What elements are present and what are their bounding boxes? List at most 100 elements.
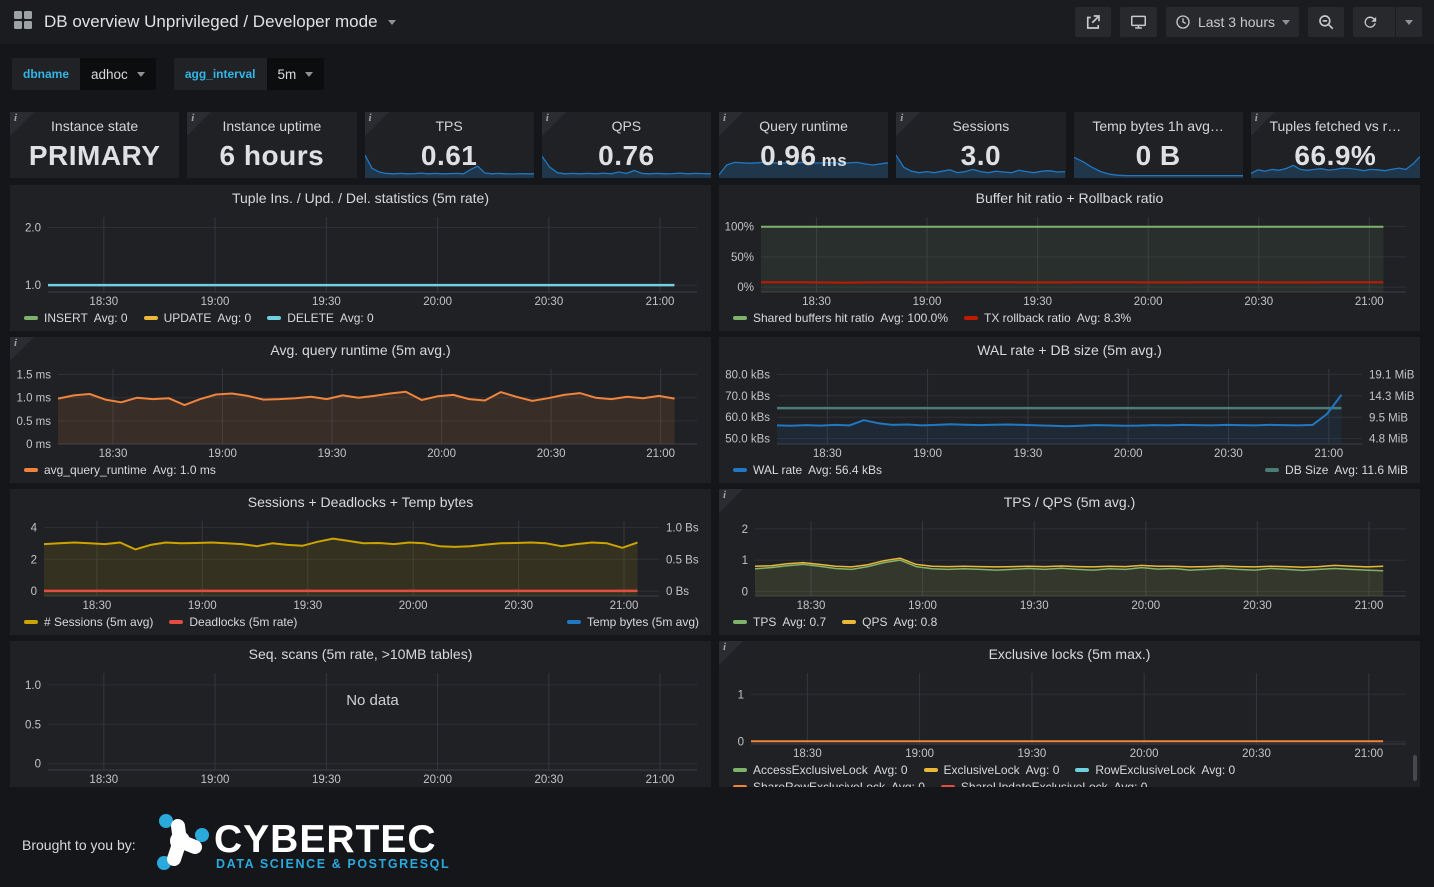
panel-title[interactable]: Exclusive locks (5m max.) [719,641,1420,668]
stat-panel-instance-uptime: iInstance uptime6 hours [187,112,356,178]
svg-text:0 Bs: 0 Bs [666,586,689,598]
panel-exclusive-locks: iExclusive locks (5m max.)1018:3019:0019… [719,641,1420,787]
variable-agg-interval-dropdown[interactable]: 5m [267,58,325,90]
legend-avg: Avg: 56.4 kBs [808,463,882,477]
info-icon[interactable]: i [719,489,743,513]
legend-item-update[interactable]: UPDATEAvg: 0 [144,310,252,327]
stat-title[interactable]: Temp bytes 1h avg… [1074,118,1243,134]
info-icon[interactable]: i [1251,112,1275,136]
svg-text:19:30: 19:30 [1020,600,1049,612]
legend-label: ExclusiveLock [944,763,1020,777]
share-button[interactable] [1075,7,1111,37]
legend-item-qps[interactable]: QPSAvg: 0.8 [842,614,937,631]
legend-swatch-icon [733,768,747,772]
chart-plot: 4201.0 Bs0.5 Bs0 Bs18:3019:0019:3020:002… [10,516,711,613]
time-range-label: Last 3 hours [1198,14,1275,30]
stat-title[interactable]: QPS [542,118,711,134]
legend-scrollbar[interactable] [1413,755,1417,781]
legend-avg: Avg: 11.6 MiB [1334,463,1408,477]
stat-value: 3.0 [896,134,1065,178]
dashboard-title[interactable]: DB overview Unprivileged / Developer mod… [44,12,378,32]
legend-item-wal-rate[interactable]: WAL rateAvg: 56.4 kBs [733,462,882,479]
legend-item-rowexclusivelock[interactable]: RowExclusiveLockAvg: 0 [1075,762,1235,779]
stat-title[interactable]: Sessions [896,118,1065,134]
panel-title[interactable]: Sessions + Deadlocks + Temp bytes [10,489,711,516]
panel-title[interactable]: TPS / QPS (5m avg.) [719,489,1420,516]
chart-legend: INSERTAvg: 0 UPDATEAvg: 0 DELETEAvg: 0 [10,309,711,331]
svg-text:21:00: 21:00 [646,774,675,786]
panel-title[interactable]: Tuple Ins. / Upd. / Del. statistics (5m … [10,185,711,212]
svg-text:20:00: 20:00 [1134,296,1163,308]
info-icon[interactable]: i [365,112,389,136]
svg-text:50.0 kBs: 50.0 kBs [725,434,770,446]
stat-panel-query-runtime: iQuery runtime0.96ms [719,112,888,178]
legend-item--sessions-5m-avg-[interactable]: # Sessions (5m avg) [24,614,153,631]
stat-title[interactable]: TPS [365,118,534,134]
stat-title[interactable]: Query runtime [719,118,888,134]
legend-item-exclusivelock[interactable]: ExclusiveLockAvg: 0 [924,762,1060,779]
refresh-interval-dropdown[interactable] [1395,7,1422,37]
variables-submenu: dbname adhoc agg_interval 5m [0,44,1434,112]
cybertec-logo[interactable]: CYBERTEC DATA SCIENCE & POSTGRESQL [152,813,452,876]
grafana-menu-icon[interactable] [12,9,34,36]
stat-value: 66.9% [1251,134,1420,178]
legend-swatch-icon [1075,768,1089,772]
chart-plot: 1.00.5018:3019:0019:3020:0020:3021:00No … [10,668,711,787]
stat-panel-qps: iQPS0.76 [542,112,711,178]
panel-title[interactable]: Seq. scans (5m rate, >10MB tables) [10,641,711,668]
legend-label: ShareRowExclusiveLock [753,780,885,787]
svg-text:21:00: 21:00 [1314,448,1343,460]
svg-text:0: 0 [738,737,744,749]
refresh-button[interactable] [1353,7,1388,37]
panel-tps-qps: iTPS / QPS (5m avg.)21018:3019:0019:3020… [719,489,1420,635]
stat-title[interactable]: Tuples fetched vs r… [1251,118,1420,134]
legend-item-deadlocks-5m-rate-[interactable]: Deadlocks (5m rate) [169,614,297,631]
panel-title[interactable]: Avg. query runtime (5m avg.) [10,337,711,364]
cybertec-logo-subtitle: DATA SCIENCE & POSTGRESQL [216,857,450,871]
zoom-out-button[interactable] [1308,7,1344,37]
info-icon[interactable]: i [719,112,743,136]
legend-avg: Avg: 8.3% [1077,311,1131,325]
stat-title[interactable]: Instance state [10,118,179,134]
panel-buffer-hit-ratio: Buffer hit ratio + Rollback ratio100%50%… [719,185,1420,331]
legend-item-tx-rollback-ratio[interactable]: TX rollback ratioAvg: 8.3% [964,310,1131,327]
legend-swatch-icon [924,768,938,772]
legend-item-insert[interactable]: INSERTAvg: 0 [24,310,128,327]
info-icon[interactable]: i [719,641,743,665]
variable-dbname: dbname adhoc [12,58,156,90]
variable-dbname-dropdown[interactable]: adhoc [80,58,156,90]
legend-item-avg-query-runtime[interactable]: avg_query_runtimeAvg: 1.0 ms [24,462,216,479]
legend-label: ShareUpdateExclusiveLock [961,780,1108,787]
legend-item-shared-buffers-hit-ratio[interactable]: Shared buffers hit ratioAvg: 100.0% [733,310,948,327]
stat-value-number: 0.96 [760,140,817,172]
chart-plot: 2.01.018:3019:0019:3020:0020:3021:00 [10,212,711,309]
svg-text:21:00: 21:00 [1355,600,1384,612]
stat-value: 6 hours [187,134,356,178]
panel-title[interactable]: Buffer hit ratio + Rollback ratio [719,185,1420,212]
legend-item-sharerowexclusivelock[interactable]: ShareRowExclusiveLockAvg: 0 [733,779,925,787]
info-icon[interactable]: i [896,112,920,136]
stat-title[interactable]: Instance uptime [187,118,356,134]
legend-item-delete[interactable]: DELETEAvg: 0 [267,310,374,327]
legend-item-tps[interactable]: TPSAvg: 0.7 [733,614,826,631]
info-icon[interactable]: i [542,112,566,136]
no-data-text: No data [346,692,399,709]
panel-title[interactable]: WAL rate + DB size (5m avg.) [719,337,1420,364]
svg-text:20:30: 20:30 [537,448,566,460]
svg-text:20:30: 20:30 [1243,600,1272,612]
variable-value: 5m [278,67,297,82]
info-icon[interactable]: i [10,112,34,136]
svg-text:19:00: 19:00 [188,600,217,612]
legend-item-temp-bytes-5m-avg-[interactable]: Temp bytes (5m avg) [567,615,699,629]
tv-mode-button[interactable] [1120,7,1157,37]
legend-item-shareupdateexclusivelock[interactable]: ShareUpdateExclusiveLockAvg: 0 [941,779,1148,787]
legend-swatch-icon [24,620,38,624]
info-icon[interactable]: i [10,337,34,361]
chevron-down-icon[interactable] [388,20,396,25]
legend-item-accessexclusivelock[interactable]: AccessExclusiveLockAvg: 0 [733,762,908,779]
legend-item-db-size[interactable]: DB SizeAvg: 11.6 MiB [1265,463,1408,477]
svg-text:4: 4 [31,522,38,534]
legend-label: TPS [753,615,776,629]
time-range-picker[interactable]: Last 3 hours [1166,7,1299,37]
info-icon[interactable]: i [187,112,211,136]
